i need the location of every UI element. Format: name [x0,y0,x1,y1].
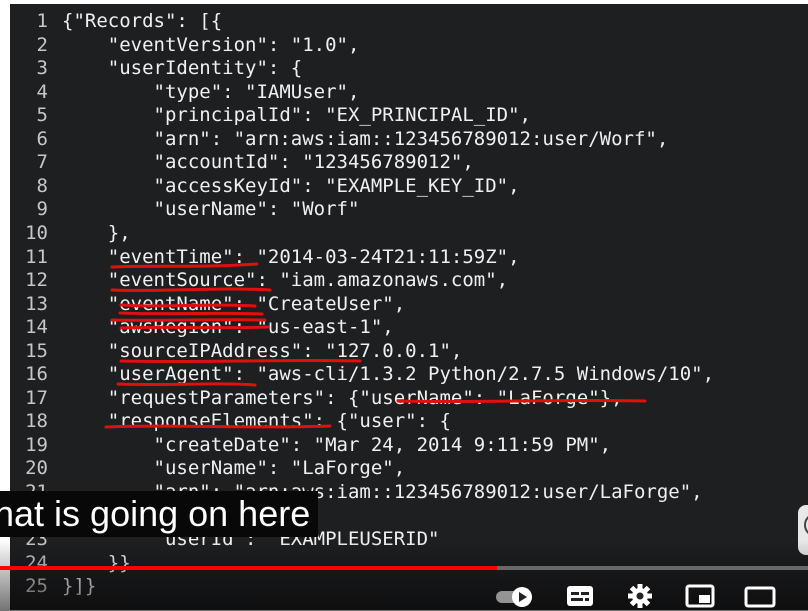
line-number: 2 [36,33,48,56]
line-code: "userName": "Worf" [62,198,360,221]
subtitles-button[interactable] [562,582,598,610]
line-number: 10 [25,221,48,244]
line-number: 3 [36,57,48,80]
progress-bar-fill [0,566,497,570]
line-code: "userAgent": "aws-cli/1.3.2 Python/2.7.5… [62,363,715,386]
line-number: 12 [25,269,48,292]
line-code: "createDate": "Mar 24, 2014 9:11:59 PM", [62,433,612,456]
line-code: "type": "IAMUser", [62,80,360,103]
code-line: 11 "eventTime": "2014-03-24T21:11:59Z", [10,246,808,269]
line-code: "eventSource": "iam.amazonaws.com", [62,269,509,292]
line-number: 18 [25,410,48,433]
line-code: "principalId": "EX_PRINCIPAL_ID", [62,104,532,127]
line-code: "accessKeyId": "EXAMPLE_KEY_ID", [62,174,520,197]
code-line: 20 "userName": "LaForge", [10,457,808,480]
line-number: 19 [25,433,48,456]
theater-mode-button[interactable] [742,582,778,610]
line-code: "awsRegion": "us-east-1", [62,316,394,339]
code-line: 7 "accountId": "123456789012", [10,151,808,174]
caption-text: hat is going on here [0,493,311,534]
line-code: "userName": "LaForge", [62,457,406,480]
autoplay-toggle[interactable] [492,582,540,610]
line-code: "arn": "arn:aws:iam::123456789012:user/W… [62,127,669,150]
line-number: 6 [36,127,48,150]
line-code: "eventVersion": "1.0", [62,33,360,56]
line-code: "requestParameters": {"userName": "LaFor… [62,386,623,409]
line-number: 7 [36,151,48,174]
code-line: 10 }, [10,222,808,245]
miniplayer-button[interactable] [682,582,718,610]
line-number: 11 [25,245,48,268]
code-line: 6 "arn": "arn:aws:iam::123456789012:user… [10,128,808,151]
line-number: 4 [36,80,48,103]
line-code: "userIdentity": { [62,57,303,80]
code-line: 14 "awsRegion": "us-east-1", [10,316,808,339]
line-number: 14 [25,316,48,339]
progress-bar[interactable] [0,566,808,570]
autoplay-toggle-icon [496,587,532,607]
code-line: 9 "userName": "Worf" [10,198,808,221]
watermark-circle-icon [804,513,808,537]
code-line: 8 "accessKeyId": "EXAMPLE_KEY_ID", [10,175,808,198]
code-line: 5 "principalId": "EX_PRINCIPAL_ID", [10,104,808,127]
line-code: {"Records": [{ [62,10,223,32]
miniplayer-icon [685,584,715,608]
code-line: 16 "userAgent": "aws-cli/1.3.2 Python/2.… [10,363,808,386]
line-number: 5 [36,104,48,127]
code-line: 19 "createDate": "Mar 24, 2014 9:11:59 P… [10,434,808,457]
theater-mode-icon [744,586,776,608]
line-code: "eventName": "CreateUser", [62,292,406,315]
code-line: 13 "eventName": "CreateUser", [10,293,808,316]
code-line: 2 "eventVersion": "1.0", [10,34,808,57]
video-player[interactable]: 1 {"Records": [{2 "eventVersion": "1.0", 3… [0,0,808,611]
line-code: "responseElements": {"user": { [62,410,451,433]
subtitles-icon [567,586,593,606]
code-line: 12 "eventSource": "iam.amazonaws.com", [10,269,808,292]
line-number: 9 [36,198,48,221]
code-line: 3 "userIdentity": { [10,57,808,80]
caption-box: hat is going on here [0,491,319,537]
code-line: 18 "responseElements": {"user": { [10,410,808,433]
line-code: "eventTime": "2014-03-24T21:11:59Z", [62,245,520,268]
line-number: 16 [25,363,48,386]
settings-button[interactable] [622,582,658,610]
line-number: 17 [25,386,48,409]
code-line: 15 "sourceIPAddress": "127.0.0.1", [10,340,808,363]
line-number: 1 [36,10,48,32]
code-line: 1 {"Records": [{ [10,10,808,33]
line-number: 15 [25,339,48,362]
code-line: 17 "requestParameters": {"userName": "La… [10,387,808,410]
code-line: 4 "type": "IAMUser", [10,81,808,104]
line-number: 8 [36,174,48,197]
line-number: 13 [25,292,48,315]
line-code: }, [62,221,131,244]
line-code: "accountId": "123456789012", [62,151,474,174]
settings-gear-icon [628,584,652,608]
line-number: 20 [25,457,48,480]
line-code: "sourceIPAddress": "127.0.0.1", [62,339,463,362]
